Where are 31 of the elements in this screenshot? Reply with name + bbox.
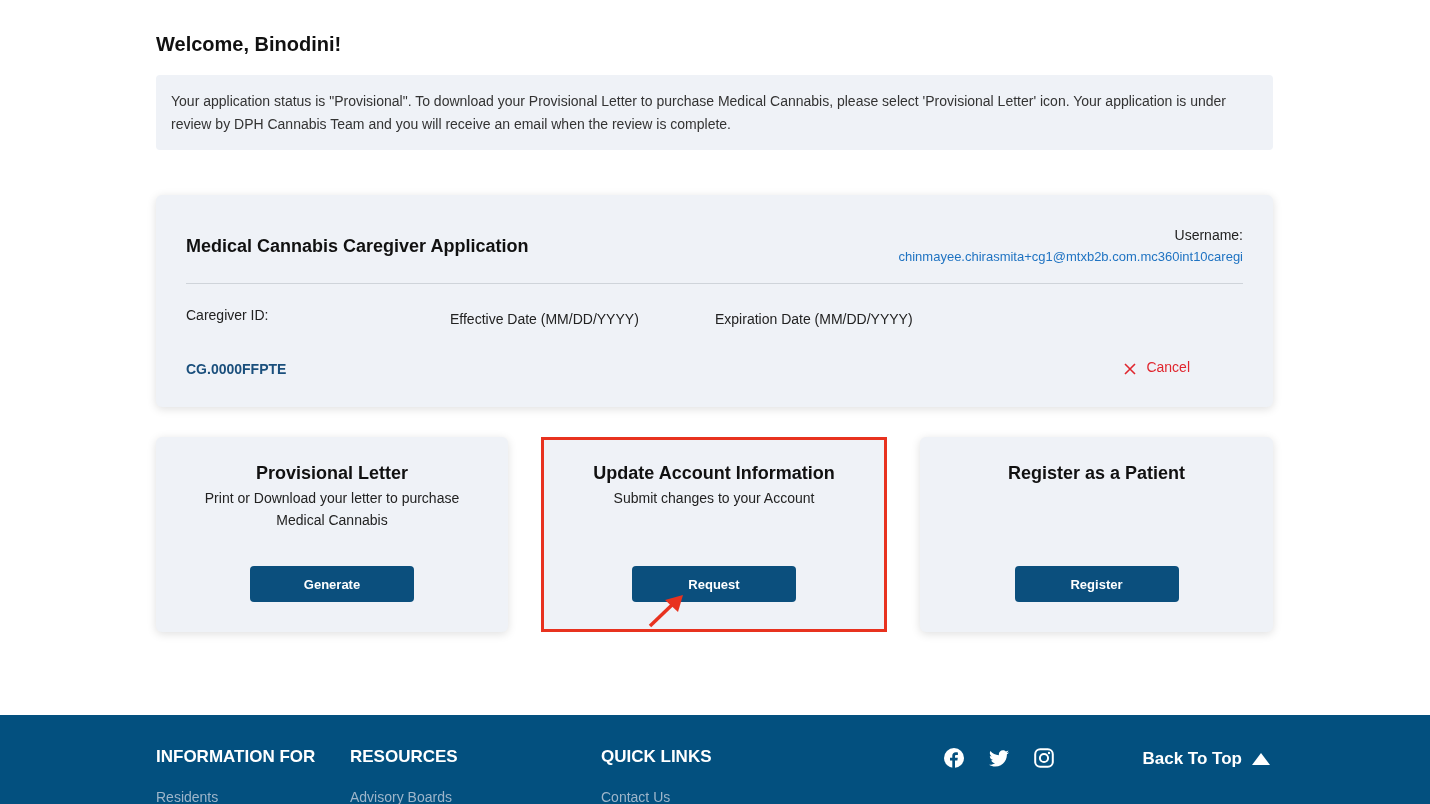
field-label: Expiration Date (MM/DD/YYYY) (715, 310, 913, 329)
arrow-icon (648, 594, 684, 628)
username-link[interactable]: chinmayee.chirasmita+cg1@mtxb2b.com.mc360int10caregi (898, 246, 1243, 268)
application-title: Medical Cannabis Caregiver Application (186, 235, 529, 258)
field-label: Caregiver ID: (186, 306, 269, 325)
footer-link[interactable]: Residents (156, 787, 219, 804)
card-description: Submit changes to your Account (613, 489, 815, 508)
card-title: Register as a Patient (1007, 462, 1186, 484)
footer-heading: INFORMATION FOR (156, 746, 316, 768)
card-button[interactable]: Register (1014, 566, 1179, 602)
instagram-icon[interactable] (1033, 748, 1054, 768)
triangle-up-icon (1252, 753, 1270, 765)
footer-heading: RESOURCES (350, 746, 458, 768)
username-label: Username: (1174, 226, 1243, 245)
card-button[interactable]: Request (632, 566, 796, 602)
card-description: Print or Download your letter to purchase Medical Cannabis (203, 489, 461, 530)
footer-link[interactable]: Contact Us (601, 787, 671, 804)
footer-link[interactable]: Advisory Boards (350, 787, 452, 804)
status-notice: Your application status is "Provisional". To download your Provisional Letter to purchase Medical Cannabis, please select 'Provisional Letter' icon. Your application is under review by DPH Cannabis Team and you will receive an email when the review is complete. (156, 75, 1273, 150)
back-to-top-button[interactable]: Back To Top (1142, 748, 1270, 770)
card-title: Provisional Letter (255, 462, 408, 484)
cancel-button[interactable]: Cancel (1124, 359, 1190, 375)
field-label: Effective Date (MM/DD/YYYY) (450, 310, 639, 329)
welcome-heading: Welcome, Binodini! (156, 32, 343, 57)
card-button[interactable]: Generate (250, 566, 414, 602)
twitter-icon[interactable] (988, 749, 1009, 767)
facebook-icon[interactable] (943, 748, 964, 768)
card-title: Update Account Information (593, 462, 835, 484)
footer-heading: QUICK LINKS (601, 746, 712, 768)
caregiver-id-value: CG.0000FFPTE (186, 360, 287, 379)
close-icon (1124, 362, 1137, 375)
